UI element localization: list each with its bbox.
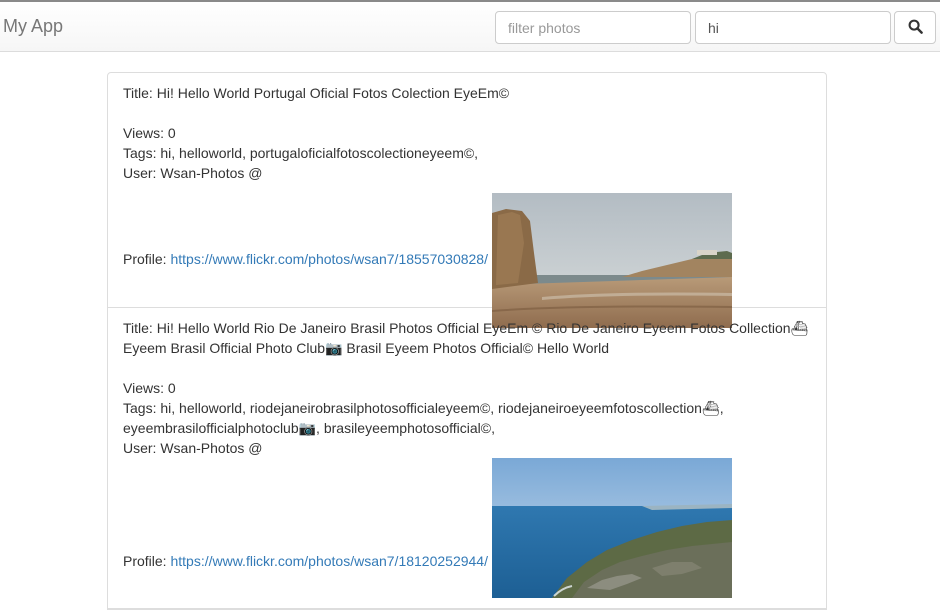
beach-cliff-photo[interactable]	[491, 193, 732, 328]
user-label: User:	[123, 440, 157, 456]
search-button[interactable]	[894, 11, 936, 44]
profile-text: Profile: https://www.flickr.com/photos/w…	[123, 551, 488, 571]
profile-link[interactable]: https://www.flickr.com/photos/wsan7/1812…	[170, 553, 488, 569]
views-line: Views: 0	[123, 378, 811, 398]
tags-label: Tags:	[123, 145, 157, 161]
list-item: Title: Hi! Hello World Portugal Oficial …	[108, 73, 826, 328]
title-line: Title: Hi! Hello World Rio De Janeiro Br…	[123, 318, 811, 358]
profile-link[interactable]: https://www.flickr.com/photos/wsan7/1855…	[170, 251, 488, 267]
user-value: Wsan-Photos @	[160, 440, 263, 456]
user-line: User: Wsan-Photos @	[123, 438, 811, 458]
user-line: User: Wsan-Photos @	[123, 163, 811, 183]
list-item: Title: Hi! Hello World Rio De Janeiro Br…	[108, 308, 826, 609]
photo-list: Title: Hi! Hello World Portugal Oficial …	[107, 72, 827, 610]
views-label: Views:	[123, 380, 164, 396]
title-label: Title:	[123, 85, 153, 101]
photo-title: Hi! Hello World Rio De Janeiro Brasil Ph…	[123, 320, 809, 356]
views-count: 0	[167, 380, 176, 396]
search-input[interactable]	[695, 11, 891, 44]
profile-label: Profile:	[123, 553, 167, 569]
coast-cliff-photo[interactable]	[491, 458, 732, 598]
tags-label: Tags:	[123, 400, 157, 416]
tags-line: Tags: hi, helloworld, riodejaneirobrasil…	[123, 398, 811, 438]
navbar: My App	[0, 0, 940, 52]
profile-line: Profile: https://www.flickr.com/photos/w…	[123, 458, 811, 598]
user-label: User:	[123, 165, 157, 181]
views-label: Views:	[123, 125, 164, 141]
tags-value: hi, helloworld, riodejaneirobrasilphotos…	[123, 400, 724, 436]
profile-label: Profile:	[123, 251, 167, 267]
search-icon	[908, 19, 923, 37]
filter-input[interactable]	[495, 11, 691, 44]
photo-title: Hi! Hello World Portugal Oficial Fotos C…	[156, 85, 510, 101]
title-line: Title: Hi! Hello World Portugal Oficial …	[123, 83, 811, 103]
app-brand[interactable]: My App	[3, 16, 63, 37]
profile-line: Profile: https://www.flickr.com/photos/w…	[123, 183, 811, 328]
views-line: Views: 0	[123, 123, 811, 143]
title-label: Title:	[123, 320, 153, 336]
views-count: 0	[167, 125, 176, 141]
user-value: Wsan-Photos @	[160, 165, 263, 181]
tags-line: Tags: hi, helloworld, portugaloficialfot…	[123, 143, 811, 163]
tags-value: hi, helloworld, portugaloficialfotoscole…	[160, 145, 479, 161]
profile-text: Profile: https://www.flickr.com/photos/w…	[123, 249, 488, 269]
